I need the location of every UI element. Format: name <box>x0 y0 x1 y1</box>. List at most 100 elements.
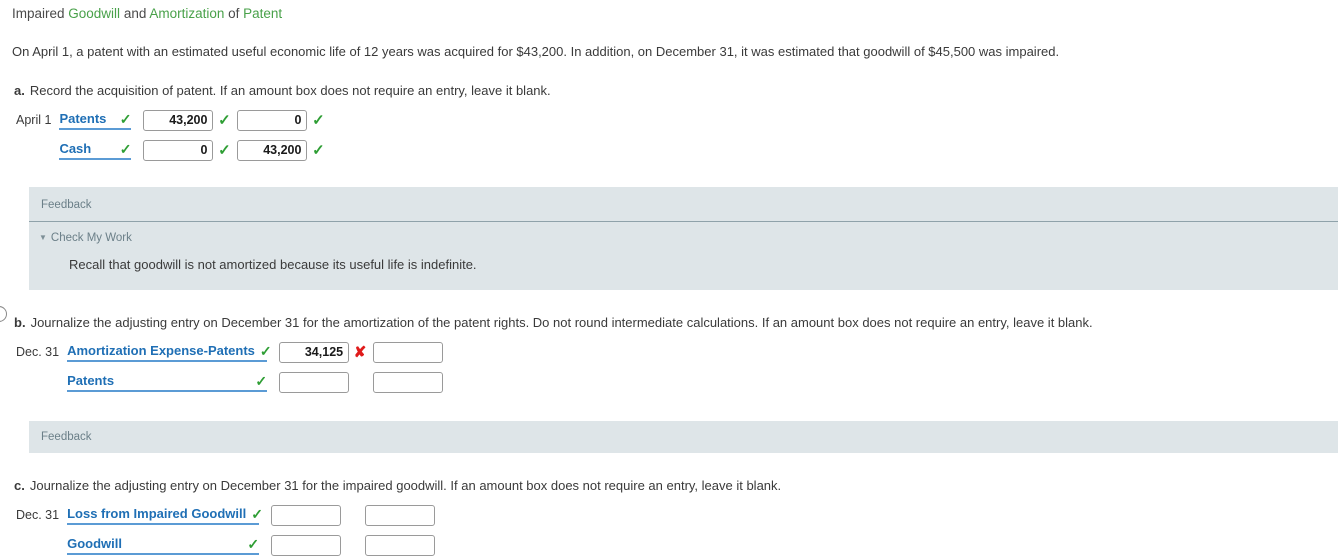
feedback-divider <box>29 221 1338 222</box>
entry-date <box>16 367 67 397</box>
account-name-label: Patents <box>67 373 115 388</box>
credit-correct-check-icon: ✓ <box>312 142 325 159</box>
page-title: Impaired Goodwill and Amortization of Pa… <box>0 0 1338 23</box>
entry-date <box>16 135 59 165</box>
title-keyword-amortization: Amortization <box>149 6 225 21</box>
entry-date: Dec. 31 <box>16 345 60 359</box>
journal-entry-row: April 1 Patents ✓ ✓ ✓ <box>16 105 331 135</box>
account-correct-check-icon: ✓ <box>255 372 268 389</box>
requirement-text: Record the acquisition of patent. If an … <box>29 83 551 98</box>
requirement-prompt: c. Journalize the adjusting entry on Dece… <box>0 477 1338 494</box>
feedback-panel: Feedback <box>29 421 1338 453</box>
journal-entry-row: Patents ✓ <box>16 367 467 397</box>
debit-cell <box>271 530 344 560</box>
title-text-2: and <box>120 6 150 21</box>
account-name-label: Amortization Expense-Patents <box>67 343 255 358</box>
account-correct-check-icon: ✓ <box>259 342 272 359</box>
requirements-container: a. Record the acquisition of patent. If a… <box>0 82 1338 560</box>
credit-status-cell <box>438 500 459 530</box>
account-correct-check-icon: ✓ <box>251 505 263 522</box>
caret-down-icon: ▼ <box>39 233 47 242</box>
account-correct-check-icon: ✓ <box>119 110 132 127</box>
debit-status-cell: ✘ <box>352 337 373 367</box>
problem-statement: On April 1, a patent with an estimated u… <box>12 44 1060 59</box>
credit-status-cell <box>438 530 459 560</box>
credit-amount-input[interactable] <box>237 139 308 161</box>
credit-cell <box>365 500 438 530</box>
debit-amount-input[interactable] <box>143 139 214 161</box>
credit-status-cell <box>446 367 467 397</box>
account-select[interactable]: Amortization Expense-Patents ✓ <box>67 342 272 362</box>
journal-entry-table: Dec. 31Amortization Expense-Patents✓✘Pat… <box>16 337 467 397</box>
requirement-letter: a. <box>14 83 25 98</box>
journal-entry-table: April 1 Patents ✓ ✓ ✓ Cash ✓ ✓ ✓ <box>16 105 331 165</box>
entry-date <box>16 530 67 560</box>
check-my-work-toggle[interactable]: ▼ Check My Work <box>29 222 132 244</box>
credit-status-cell <box>446 337 467 367</box>
debit-status-cell: ✓ <box>216 135 237 165</box>
entry-date: April 1 <box>16 113 52 127</box>
credit-amount-input[interactable] <box>237 109 308 131</box>
debit-status-cell <box>352 367 373 397</box>
credit-cell <box>237 135 310 165</box>
account-cell: Amortization Expense-Patents ✓ <box>67 337 279 367</box>
requirement-text: Journalize the adjusting entry on Decemb… <box>29 478 782 493</box>
credit-cell <box>373 367 446 397</box>
feedback-label: Feedback <box>41 199 92 211</box>
credit-amount-input[interactable] <box>373 371 444 393</box>
title-text-3: of <box>224 6 244 21</box>
entry-date: Dec. 31 <box>16 508 60 522</box>
debit-amount-input[interactable] <box>279 371 350 393</box>
account-select[interactable]: Cash ✓ <box>59 140 132 160</box>
debit-amount-input[interactable] <box>271 504 342 526</box>
debit-status-cell <box>344 530 365 560</box>
debit-cell <box>271 500 344 530</box>
journal-entry-row: Dec. 31 Amortization Expense-Patents ✓ ✘ <box>16 337 467 367</box>
requirement-part-c: c. Journalize the adjusting entry on Dece… <box>0 477 1338 560</box>
account-cell: Cash ✓ <box>59 135 143 165</box>
account-name-label: Cash <box>59 141 92 156</box>
debit-amount-input[interactable] <box>271 534 342 556</box>
requirement-prompt: a. Record the acquisition of patent. If a… <box>0 82 1338 99</box>
title-keyword-patent: Patent <box>243 6 283 21</box>
feedback-panel: Feedback ▼ Check My Work Recall that goodwi… <box>29 187 1338 290</box>
requirement-letter: b. <box>14 315 26 330</box>
title-text-1: Impaired <box>12 6 69 21</box>
debit-correct-check-icon: ✓ <box>218 112 231 129</box>
requirement-prompt: b. Journalize the adjusting entry on Dece… <box>0 314 1338 331</box>
credit-status-cell: ✓ <box>310 135 331 165</box>
debit-correct-check-icon: ✓ <box>218 142 231 159</box>
account-select[interactable]: Loss from Impaired Goodwill ✓ <box>67 505 263 525</box>
credit-status-cell: ✓ <box>310 105 331 135</box>
credit-correct-check-icon: ✓ <box>312 112 325 129</box>
account-name-label: Loss from Impaired Goodwill <box>67 506 247 521</box>
account-select[interactable]: Patents ✓ <box>59 110 132 130</box>
feedback-body-text: Recall that goodwill is not amortized be… <box>69 257 477 272</box>
account-cell: Patents ✓ <box>67 367 279 397</box>
journal-entry-row: Dec. 31 Loss from Impaired Goodwill ✓ <box>16 500 459 530</box>
journal-entry-row: Cash ✓ ✓ ✓ <box>16 135 331 165</box>
debit-cell <box>143 135 216 165</box>
credit-amount-input[interactable] <box>365 534 436 556</box>
debit-amount-input[interactable] <box>279 341 350 363</box>
credit-amount-input[interactable] <box>373 341 444 363</box>
debit-status-cell <box>344 500 365 530</box>
requirement-text: Journalize the adjusting entry on Decemb… <box>30 315 1093 330</box>
account-correct-check-icon: ✓ <box>247 535 260 552</box>
debit-amount-input[interactable] <box>143 109 214 131</box>
credit-cell <box>365 530 438 560</box>
credit-cell <box>373 337 446 367</box>
account-select[interactable]: Goodwill ✓ <box>67 535 260 555</box>
account-correct-check-icon: ✓ <box>119 140 132 157</box>
credit-cell <box>237 105 310 135</box>
credit-amount-input[interactable] <box>365 504 436 526</box>
debit-cell <box>279 367 352 397</box>
account-select[interactable]: Patents ✓ <box>67 372 268 392</box>
account-name-label: Goodwill <box>67 536 122 551</box>
check-my-work-label: Check My Work <box>50 232 132 244</box>
account-cell: Loss from Impaired Goodwill ✓ <box>67 500 271 530</box>
requirement-part-b: b. Journalize the adjusting entry on Dece… <box>0 306 1338 453</box>
account-name-label: Patents <box>59 111 107 126</box>
account-cell: Goodwill ✓ <box>67 530 271 560</box>
journal-entry-row: Goodwill ✓ <box>16 530 459 560</box>
